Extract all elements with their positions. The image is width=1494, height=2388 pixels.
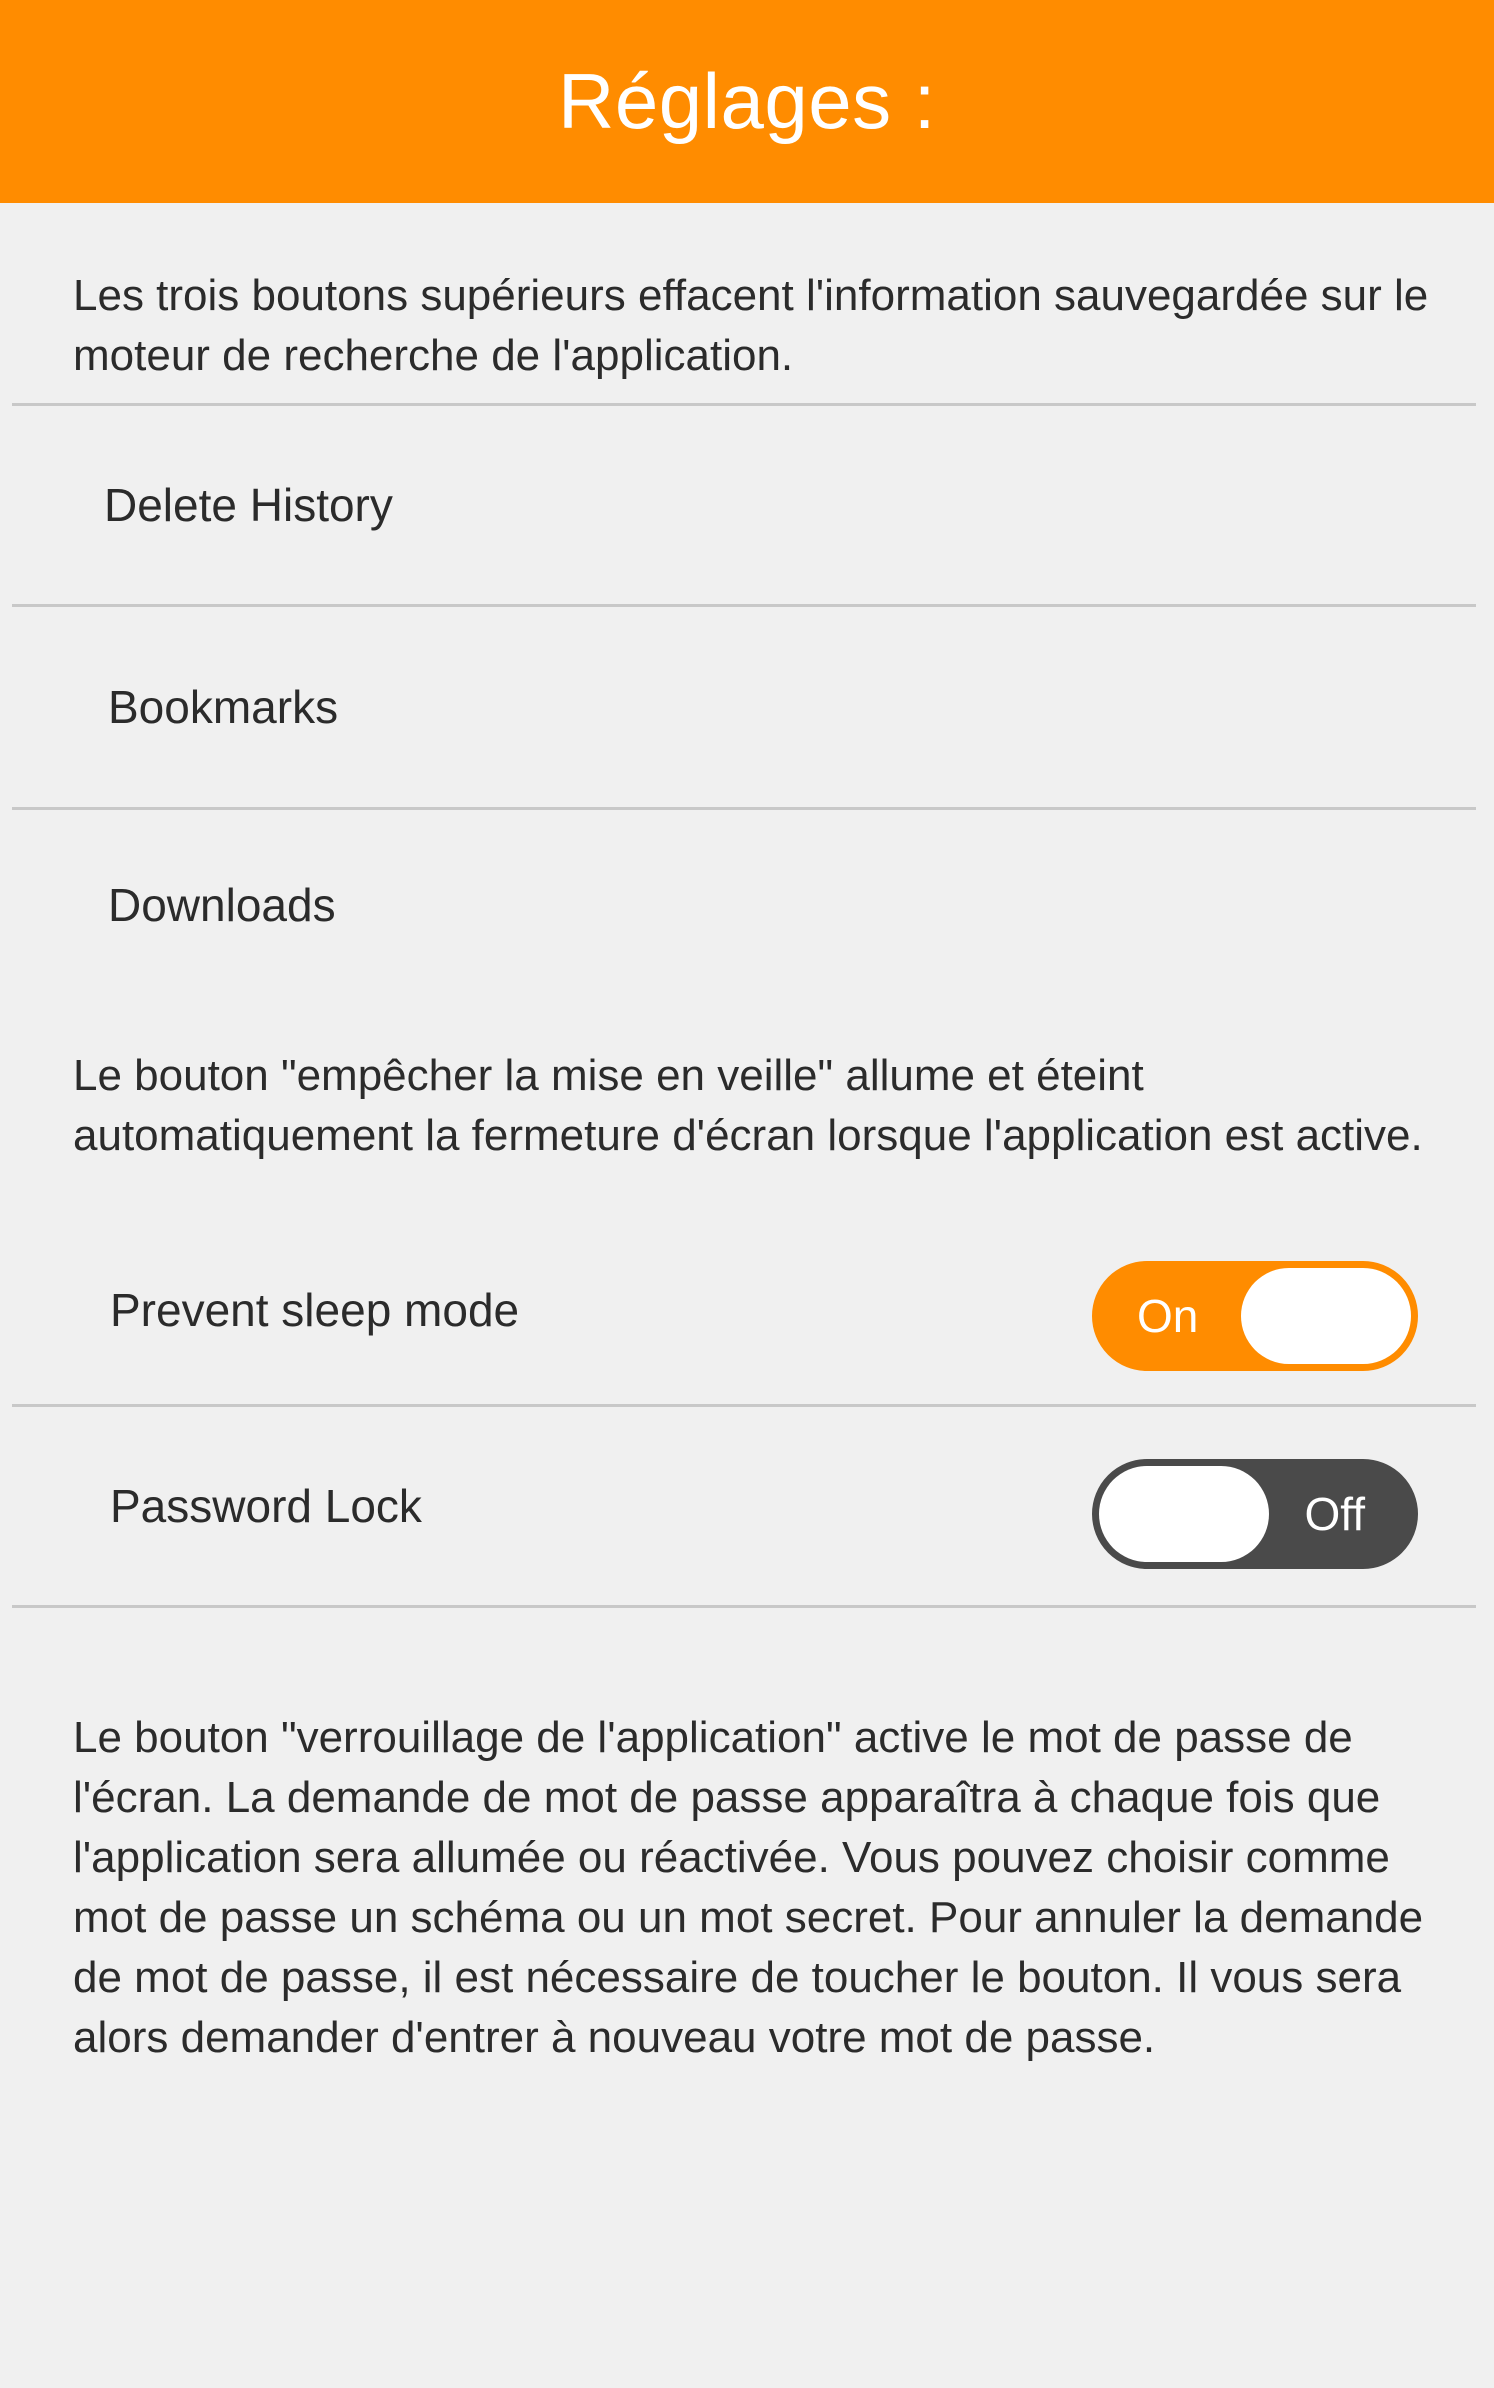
prevent-sleep-row: Prevent sleep mode On bbox=[12, 1216, 1476, 1404]
downloads-label: Downloads bbox=[108, 879, 336, 931]
app-header: Réglages : bbox=[0, 0, 1494, 203]
sleep-mode-description: Le bouton "empêcher la mise en veille" a… bbox=[73, 1051, 1423, 1160]
prevent-sleep-toggle[interactable]: On bbox=[1092, 1261, 1418, 1371]
delete-history-button[interactable]: Delete History bbox=[12, 406, 1476, 604]
divider bbox=[12, 1605, 1476, 1608]
toggle-knob bbox=[1099, 1466, 1269, 1562]
bookmarks-button[interactable]: Bookmarks bbox=[12, 607, 1476, 807]
bookmarks-label: Bookmarks bbox=[108, 681, 339, 733]
password-lock-description: Le bouton "verrouillage de l'application… bbox=[73, 1713, 1424, 2062]
password-lock-label: Password Lock bbox=[110, 1480, 422, 1532]
downloads-button[interactable]: Downloads bbox=[12, 810, 1476, 1000]
delete-history-label: Delete History bbox=[104, 479, 393, 531]
password-lock-toggle[interactable]: Off bbox=[1092, 1459, 1418, 1569]
prevent-sleep-label: Prevent sleep mode bbox=[110, 1284, 520, 1336]
intro-description: Les trois boutons supérieurs effacent l'… bbox=[73, 271, 1429, 380]
toggle-knob bbox=[1241, 1268, 1411, 1364]
password-lock-row: Password Lock Off bbox=[12, 1407, 1476, 1605]
toggle-state-text: Off bbox=[1304, 1488, 1365, 1540]
page-title: Réglages : bbox=[558, 57, 936, 145]
toggle-state-text: On bbox=[1137, 1290, 1199, 1342]
